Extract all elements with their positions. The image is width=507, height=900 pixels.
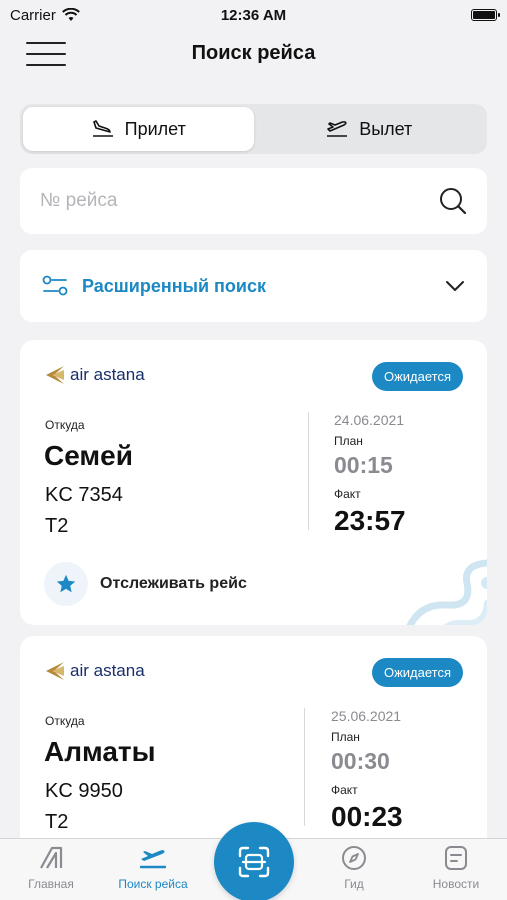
- scan-icon: [238, 846, 270, 878]
- origin-city: Семей: [44, 440, 133, 471]
- flight-search-box: [20, 168, 487, 234]
- flight-number-input[interactable]: [40, 190, 439, 212]
- origin-label: Откуда: [45, 714, 85, 728]
- tab-guide-label: Гид: [344, 877, 364, 891]
- air-astana-logo-icon: [46, 662, 64, 680]
- fact-time: 23:57: [334, 505, 406, 536]
- star-icon: [56, 574, 76, 593]
- airplane-icon: [139, 850, 167, 869]
- status-badge: Ожидается: [371, 658, 463, 687]
- fact-label: Факт: [334, 487, 361, 501]
- flight-date: 25.06.2021: [331, 708, 402, 724]
- fact-label: Факт: [331, 783, 358, 797]
- airline-logo: air astana: [44, 364, 145, 386]
- airline-logo: air astana: [44, 660, 145, 682]
- tab-news-label: Новости: [432, 877, 480, 891]
- tab-arrival[interactable]: Прилет: [23, 107, 254, 151]
- status-time: 12:36 AM: [220, 6, 287, 24]
- air-astana-logo-icon: [46, 366, 64, 384]
- track-flight-label: Отслеживать рейс: [100, 575, 247, 592]
- terminal: T2: [45, 515, 69, 537]
- tab-home[interactable]: Главная: [6, 845, 96, 891]
- flight-card[interactable]: air astana Ожидается Откуда Семей KC 735…: [20, 340, 487, 625]
- status-bar: Carrier 12:36 AM: [0, 0, 507, 30]
- tab-news[interactable]: Новости: [411, 845, 501, 891]
- plane-landing-icon: [92, 120, 113, 137]
- airline-name: air astana: [70, 365, 145, 384]
- news-icon: [445, 846, 467, 870]
- page-title: Поиск рейса: [191, 42, 316, 64]
- tab-departure[interactable]: Вылет: [254, 107, 485, 151]
- battery-icon: [471, 9, 500, 21]
- track-flight-button[interactable]: Отслеживать рейс: [44, 562, 247, 606]
- tab-guide[interactable]: Гид: [309, 845, 399, 891]
- flight-number: KC 9950: [45, 780, 123, 802]
- plan-label: План: [334, 434, 363, 448]
- status-badge: Ожидается: [371, 362, 463, 391]
- search-icon[interactable]: [439, 187, 467, 215]
- arrival-departure-toggle: Прилет Вылет: [20, 104, 487, 154]
- flight-date: 24.06.2021: [334, 412, 405, 428]
- star-icon-circle: [44, 562, 88, 606]
- plan-time: 00:15: [334, 452, 393, 478]
- ornament-decoration: [406, 559, 487, 625]
- divider: [308, 412, 309, 530]
- origin-city: Алматы: [44, 736, 156, 767]
- tab-flight-search-label: Поиск рейса: [118, 877, 188, 891]
- nav-bar: Поиск рейса: [0, 32, 507, 72]
- compass-icon: [342, 846, 366, 870]
- advanced-search-button[interactable]: Расширенный поиск: [20, 250, 487, 322]
- plan-time: 00:30: [331, 748, 390, 774]
- plan-label: План: [331, 730, 360, 744]
- home-logo-icon: [40, 846, 63, 869]
- scan-button[interactable]: [214, 822, 294, 900]
- origin-label: Откуда: [45, 418, 85, 432]
- divider: [304, 708, 305, 826]
- airline-name: air astana: [70, 661, 145, 680]
- flight-number: KC 7354: [45, 484, 123, 506]
- plane-takeoff-icon: [327, 121, 348, 137]
- fact-time: 00:23: [331, 801, 403, 832]
- chevron-down-icon: [446, 281, 464, 291]
- tab-arrival-label: Прилет: [124, 118, 186, 139]
- advanced-search-label: Расширенный поиск: [82, 275, 266, 296]
- tab-home-label: Главная: [28, 877, 74, 891]
- tab-departure-label: Вылет: [359, 118, 413, 139]
- tab-flight-search[interactable]: Поиск рейса: [108, 845, 198, 891]
- filter-icon: [42, 275, 68, 296]
- terminal: T2: [45, 811, 69, 833]
